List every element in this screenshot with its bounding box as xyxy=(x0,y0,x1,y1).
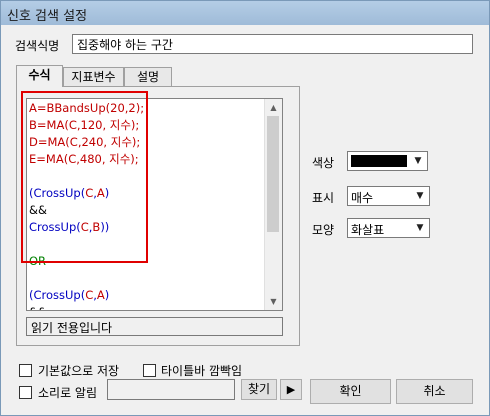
formula-token: ) xyxy=(104,186,110,200)
formula-token: , 지수); xyxy=(103,135,141,149)
tab-description[interactable]: 설명 xyxy=(124,67,172,86)
formula-token: B=MA( xyxy=(29,118,69,132)
formula-line xyxy=(29,168,267,185)
formula-token: D=MA( xyxy=(29,135,70,149)
shape-value: 화살표 xyxy=(351,223,385,237)
color-swatch xyxy=(351,155,407,167)
formula-vertical-scrollbar[interactable]: ▲ ▼ xyxy=(264,99,282,310)
scroll-thumb[interactable] xyxy=(267,116,279,232)
display-select[interactable]: 매수 ▼ xyxy=(347,186,430,206)
formula-token: , 지수); xyxy=(101,152,139,166)
display-value: 매수 xyxy=(351,191,374,205)
formula-token: C xyxy=(68,152,77,166)
find-button[interactable]: 찾기 xyxy=(241,379,277,400)
formula-token: CrossUp( xyxy=(29,220,81,234)
formula-line: E=MA(C,480, 지수); xyxy=(29,151,267,168)
cancel-button[interactable]: 취소 xyxy=(396,379,473,404)
formula-token: E=MA( xyxy=(29,152,69,166)
scroll-up-icon[interactable]: ▲ xyxy=(265,99,282,116)
formula-code: A=BBandsUp(20,2); B=MA(C,120, 지수); D=MA(C,… xyxy=(29,100,267,310)
formula-token: C xyxy=(68,118,77,132)
chevron-down-icon[interactable]: ▼ xyxy=(412,220,428,236)
sound-alert-checkbox[interactable] xyxy=(19,386,32,399)
formula-line: CrossUp(C,B)) xyxy=(29,219,267,236)
color-label: 색상 xyxy=(312,156,335,170)
play-button[interactable]: ▶ xyxy=(280,379,302,400)
formula-token: 240 xyxy=(81,135,104,149)
titlebar-blink-label: 타이틀바 깜빡임 xyxy=(161,364,243,378)
formula-line: A=BBandsUp(20,2); xyxy=(29,100,267,117)
formula-token: (CrossUp( xyxy=(29,186,86,200)
display-label: 표시 xyxy=(312,191,335,205)
formula-token: C xyxy=(80,220,89,234)
formula-line xyxy=(29,236,267,253)
formula-token: 20 xyxy=(110,101,125,115)
readonly-note: 읽기 전용입니다 xyxy=(26,317,283,336)
formula-line: && xyxy=(29,304,267,310)
signal-search-settings-dialog: 신호 검색 설정 검색식명 집중해야 하는 구간 수식 지표변수 설명 A=BB… xyxy=(0,0,490,416)
formula-line: && xyxy=(29,202,267,219)
formula-line: (CrossUp(C,A) xyxy=(29,287,267,304)
formula-token: )) xyxy=(100,220,110,234)
formula-token: A=BBandsUp( xyxy=(29,101,111,115)
shape-select[interactable]: 화살표 ▼ xyxy=(347,218,430,238)
formula-token: 2 xyxy=(128,101,136,115)
signal-name-input[interactable]: 집중해야 하는 구간 xyxy=(72,34,473,54)
chevron-down-icon[interactable]: ▼ xyxy=(412,188,428,204)
formula-token: 480 xyxy=(79,152,102,166)
signal-name-label: 검색식명 xyxy=(15,39,60,53)
tab-indicator-variables[interactable]: 지표변수 xyxy=(63,67,124,86)
formula-token: && xyxy=(29,305,47,310)
formula-editor[interactable]: A=BBandsUp(20,2); B=MA(C,120, 지수); D=MA(C,… xyxy=(26,98,283,311)
formula-token: A xyxy=(96,288,105,302)
formula-token: C xyxy=(69,135,78,149)
sound-alert-label: 소리로 알림 xyxy=(38,386,98,400)
save-default-checkbox[interactable] xyxy=(19,364,32,377)
formula-token: OR xyxy=(29,254,47,268)
title-bar: 신호 검색 설정 xyxy=(1,1,489,25)
scroll-down-icon[interactable]: ▼ xyxy=(265,293,282,310)
formula-token: A xyxy=(96,186,105,200)
formula-token: && xyxy=(29,203,47,217)
formula-token: ); xyxy=(135,101,145,115)
formula-line xyxy=(29,270,267,287)
formula-line: (CrossUp(C,A) xyxy=(29,185,267,202)
color-picker[interactable]: ▼ xyxy=(347,151,428,171)
formula-token: ) xyxy=(104,288,110,302)
formula-line: D=MA(C,240, 지수); xyxy=(29,134,267,151)
shape-label: 모양 xyxy=(312,223,335,237)
tab-formula[interactable]: 수식 xyxy=(16,65,63,87)
formula-line: B=MA(C,120, 지수); xyxy=(29,117,267,134)
sound-file-input[interactable] xyxy=(107,379,235,400)
titlebar-blink-checkbox[interactable] xyxy=(143,364,156,377)
save-default-label: 기본값으로 저장 xyxy=(38,364,120,378)
formula-token: (CrossUp( xyxy=(29,288,86,302)
formula-token: 120 xyxy=(80,118,103,132)
formula-line: OR xyxy=(29,253,267,270)
window-title: 신호 검색 설정 xyxy=(7,9,88,24)
chevron-down-icon[interactable]: ▼ xyxy=(410,153,426,169)
ok-button[interactable]: 확인 xyxy=(310,379,391,404)
formula-token: , 지수); xyxy=(102,118,140,132)
